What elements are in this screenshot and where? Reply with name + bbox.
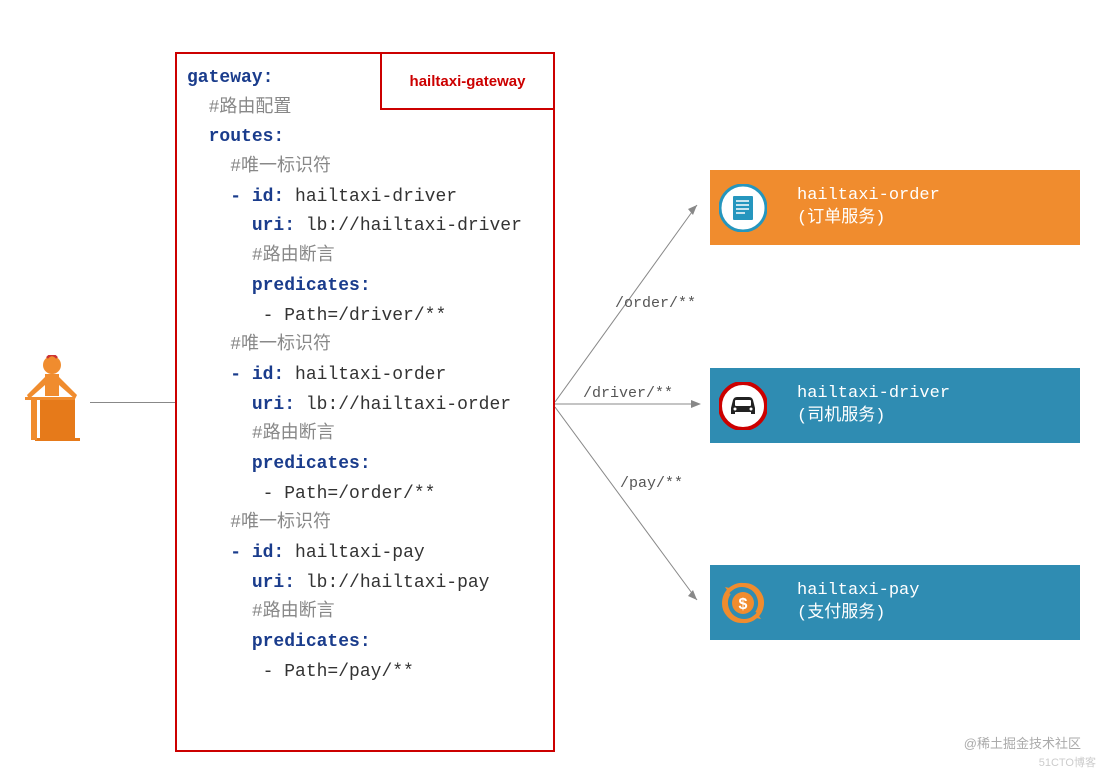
service-pay: $ hailtaxi-pay (支付服务): [710, 565, 1080, 640]
comment-route: #路由配置: [209, 98, 292, 118]
service-order-desc: (订单服务): [797, 208, 940, 231]
r1-uri: uri:: [252, 216, 295, 236]
comment-pred3: #路由断言: [252, 602, 335, 622]
yaml-config: gateway: #路由配置 routes: #唯一标识符 - id: hail…: [187, 64, 549, 687]
watermark-51cto: 51CTO博客: [1039, 754, 1096, 770]
user-icon: [15, 355, 90, 450]
r3-uri: uri:: [252, 573, 295, 593]
comment-pred2: #路由断言: [252, 424, 335, 444]
service-driver-desc: (司机服务): [797, 406, 950, 429]
r1-path: - Path=/driver/**: [263, 306, 447, 326]
gateway-config-box: hailtaxi-gateway gateway: #路由配置 routes: …: [175, 52, 555, 752]
arrow-pay: [555, 400, 710, 615]
kw-routes: routes:: [209, 127, 285, 147]
r2-path: - Path=/order/**: [263, 484, 436, 504]
connector-user-gateway: [90, 402, 175, 403]
gateway-label: hailtaxi-gateway: [380, 52, 555, 110]
r2-id: - id:: [230, 365, 284, 385]
service-order-name: hailtaxi-order: [797, 185, 940, 208]
route-label-order: /order/**: [615, 295, 696, 312]
service-order: hailtaxi-order (订单服务): [710, 170, 1080, 245]
r2-uri: uri:: [252, 395, 295, 415]
comment-id1: #唯一标识符: [230, 157, 331, 177]
money-icon: $: [719, 579, 767, 627]
watermark-juejin: @稀土掘金技术社区: [964, 733, 1081, 752]
car-icon: [719, 382, 767, 430]
route-label-pay: /pay/**: [620, 475, 683, 492]
r1-id: - id:: [230, 187, 284, 207]
comment-id3: #唯一标识符: [230, 513, 331, 533]
kw-pred3: predicates:: [252, 632, 371, 652]
comment-pred1: #路由断言: [252, 246, 335, 266]
kw-pred2: predicates:: [252, 454, 371, 474]
r3-path: - Path=/pay/**: [263, 662, 414, 682]
document-icon: [719, 184, 767, 232]
service-pay-desc: (支付服务): [797, 603, 919, 626]
r3-id: - id:: [230, 543, 284, 563]
service-driver: hailtaxi-driver (司机服务): [710, 368, 1080, 443]
kw-gateway: gateway:: [187, 68, 273, 88]
kw-pred1: predicates:: [252, 276, 371, 296]
service-pay-name: hailtaxi-pay: [797, 580, 919, 603]
comment-id2: #唯一标识符: [230, 335, 331, 355]
service-driver-name: hailtaxi-driver: [797, 383, 950, 406]
route-label-driver: /driver/**: [583, 385, 673, 402]
svg-text:$: $: [739, 596, 748, 613]
